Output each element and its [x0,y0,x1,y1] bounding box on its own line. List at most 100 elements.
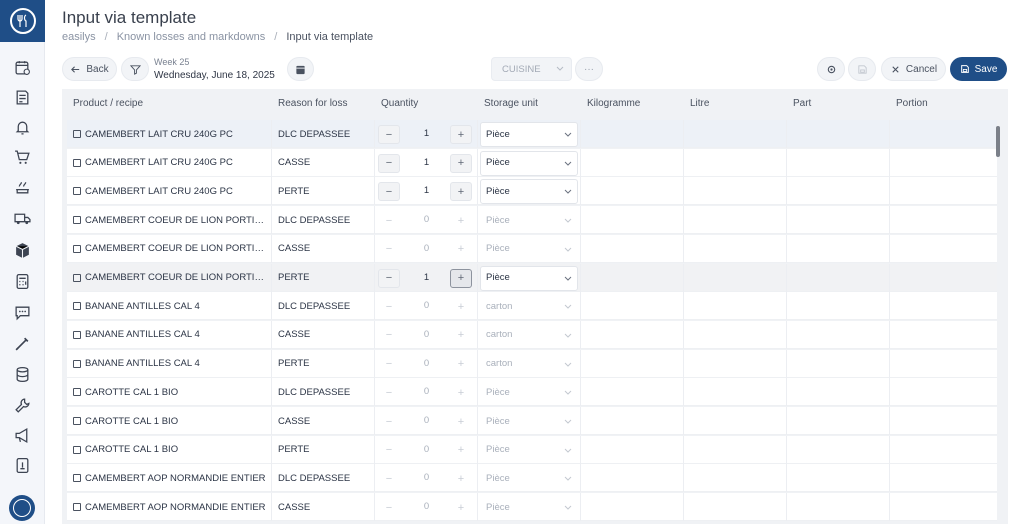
decrement-button[interactable]: − [378,355,400,374]
table-row[interactable]: CAMEMBERT LAIT CRU 240G PC DLC DEPASSEE −1… [67,120,997,148]
part-cell[interactable] [787,407,890,435]
kilogramme-cell[interactable] [581,148,684,177]
quantity-value[interactable]: 0 [405,358,448,369]
storage-unit-select[interactable]: Pièce [478,177,581,206]
litre-cell[interactable] [684,148,787,177]
cooking-icon[interactable] [12,177,32,197]
quantity-value[interactable]: 1 [405,128,448,139]
invoice-icon[interactable] [12,87,32,107]
table-row[interactable]: CAROTTE CAL 1 BIO DLC DEPASSEE −0 + Pièce [67,378,997,407]
storage-unit-select[interactable]: carton [478,320,581,349]
calculator-icon[interactable] [12,271,32,291]
storage-unit-select[interactable]: Pièce [478,435,581,464]
storage-unit-select[interactable]: Pièce [478,148,581,177]
portion-cell[interactable] [890,120,997,148]
litre-cell[interactable] [684,263,787,292]
increment-button[interactable]: + [450,498,472,517]
quantity-stepper[interactable]: −0 + [375,464,478,493]
decrement-button[interactable]: − [378,125,400,144]
kilogramme-cell[interactable] [581,435,684,464]
kilogramme-cell[interactable] [581,177,684,206]
more-button[interactable]: ··· [575,57,603,81]
increment-button[interactable]: + [450,125,472,144]
truck-icon[interactable] [12,208,32,228]
quantity-value[interactable]: 0 [405,501,448,512]
storage-unit-select[interactable]: Pièce [478,120,581,148]
portion-cell[interactable] [890,235,997,263]
table-row[interactable]: CAMEMBERT LAIT CRU 240G PC CASSE −1 + Pièce [67,148,997,177]
kilogramme-cell[interactable] [581,407,684,435]
quantity-stepper[interactable]: −1 + [375,177,478,206]
part-cell[interactable] [787,206,890,235]
part-cell[interactable] [787,120,890,148]
increment-button[interactable]: + [450,297,472,316]
storage-unit-select[interactable]: Pièce [478,378,581,407]
table-row[interactable]: CAMEMBERT COEUR DE LION PORTIONS PERTE −1 +… [67,263,997,292]
portion-cell[interactable] [890,321,997,349]
quantity-stepper[interactable]: −0 + [375,320,478,349]
kilogramme-cell[interactable] [581,292,684,321]
quantity-stepper[interactable]: −1 + [375,148,478,177]
decrement-button[interactable]: − [378,268,400,288]
quantity-value[interactable]: 0 [405,214,448,225]
disk-button[interactable] [848,57,876,81]
increment-button[interactable]: + [450,240,472,259]
litre-cell[interactable] [684,206,787,235]
portion-cell[interactable] [890,206,997,234]
part-cell[interactable] [787,234,890,263]
litre-cell[interactable] [684,464,787,493]
quantity-stepper[interactable]: −0 + [375,407,478,435]
quantity-stepper[interactable]: −0 + [375,435,478,464]
table-row[interactable]: CAMEMBERT AOP NORMANDIE ENTIER CASSE −0 + Pi… [67,493,997,522]
quantity-stepper[interactable]: −1 + [375,263,478,292]
document-icon[interactable] [12,455,32,475]
box-icon[interactable] [12,240,32,260]
table-row[interactable]: CAMEMBERT COEUR DE LION PORTIONS DLC DEPA… [67,206,997,235]
quantity-value[interactable]: 0 [405,243,448,254]
storage-unit-select[interactable]: Pièce [478,263,581,292]
increment-button[interactable]: + [450,211,472,230]
decrement-button[interactable]: − [378,469,400,488]
database-icon[interactable] [12,364,32,384]
storage-unit-select[interactable]: Pièce [478,407,581,435]
portion-cell[interactable] [890,149,997,177]
quantity-value[interactable]: 0 [405,386,448,397]
filter-button[interactable] [121,57,149,81]
quantity-stepper[interactable]: −0 + [375,206,478,235]
litre-cell[interactable] [684,435,787,464]
portion-cell[interactable] [890,177,997,205]
part-cell[interactable] [787,435,890,464]
litre-cell[interactable] [684,378,787,407]
kilogramme-cell[interactable] [581,120,684,148]
back-button[interactable]: Back [62,57,117,81]
table-row[interactable]: CAMEMBERT LAIT CRU 240G PC PERTE −1 + Pièce [67,177,997,206]
quantity-stepper[interactable]: −0 + [375,378,478,407]
quantity-stepper[interactable]: −0 + [375,349,478,378]
decrement-button[interactable]: − [378,297,400,316]
part-cell[interactable] [787,177,890,206]
decrement-button[interactable]: − [378,441,400,460]
litre-cell[interactable] [684,493,787,522]
decrement-button[interactable]: − [378,240,400,259]
calendar-check-icon[interactable] [12,57,32,77]
decrement-button[interactable]: − [378,211,400,230]
litre-cell[interactable] [684,120,787,148]
cuisine-select[interactable]: CUISINE [491,57,572,81]
storage-unit-select[interactable]: carton [478,349,581,378]
table-row[interactable]: CAROTTE CAL 1 BIO CASSE −0 + Pièce [67,407,997,435]
user-avatar[interactable] [9,495,35,521]
quantity-value[interactable]: 0 [405,472,448,483]
kilogramme-cell[interactable] [581,206,684,235]
storage-unit-select[interactable]: Pièce [478,234,581,263]
quantity-stepper[interactable]: −0 + [375,234,478,263]
quantity-value[interactable]: 1 [405,185,448,196]
portion-cell[interactable] [890,407,997,435]
kilogramme-cell[interactable] [581,263,684,292]
quantity-value[interactable]: 0 [405,300,448,311]
increment-button[interactable]: + [450,153,472,173]
kilogramme-cell[interactable] [581,493,684,522]
portion-cell[interactable] [890,292,997,320]
portion-cell[interactable] [890,464,997,492]
table-row[interactable]: BANANE ANTILLES CAL 4 PERTE −0 + carton [67,349,997,378]
quantity-value[interactable]: 0 [405,415,448,426]
